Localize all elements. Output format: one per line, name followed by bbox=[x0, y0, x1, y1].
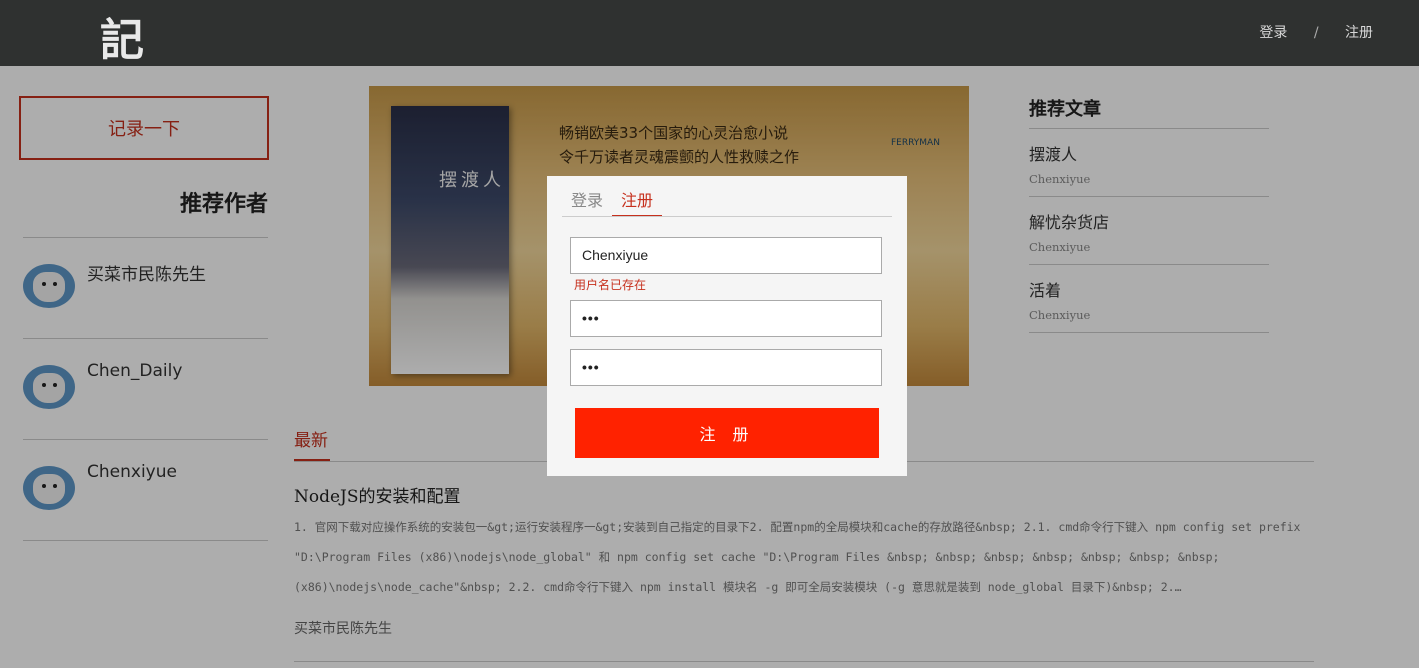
site-logo[interactable]: 記 bbox=[100, 4, 146, 68]
top-header: 記 登录 / 注册 bbox=[0, 0, 1419, 66]
login-link[interactable]: 登录 bbox=[1259, 22, 1287, 42]
nav-separator: / bbox=[1313, 25, 1319, 41]
register-link[interactable]: 注册 bbox=[1345, 22, 1373, 42]
register-submit-button[interactable]: 注 册 bbox=[575, 408, 879, 458]
header-nav: 登录 / 注册 bbox=[1259, 22, 1373, 42]
confirm-password-input[interactable]: ••• bbox=[570, 349, 882, 386]
modal-tabs: 登录 注册 bbox=[562, 176, 892, 217]
register-modal: 登录 注册 Chenxiyue 用户名已存在 ••• ••• 注 册 bbox=[547, 176, 907, 476]
tab-login[interactable]: 登录 bbox=[571, 187, 603, 211]
username-error: 用户名已存在 bbox=[574, 278, 647, 292]
password-input[interactable]: ••• bbox=[570, 300, 882, 337]
username-input[interactable]: Chenxiyue bbox=[570, 237, 882, 274]
tab-underline bbox=[612, 215, 662, 216]
tab-register[interactable]: 注册 bbox=[621, 187, 653, 211]
